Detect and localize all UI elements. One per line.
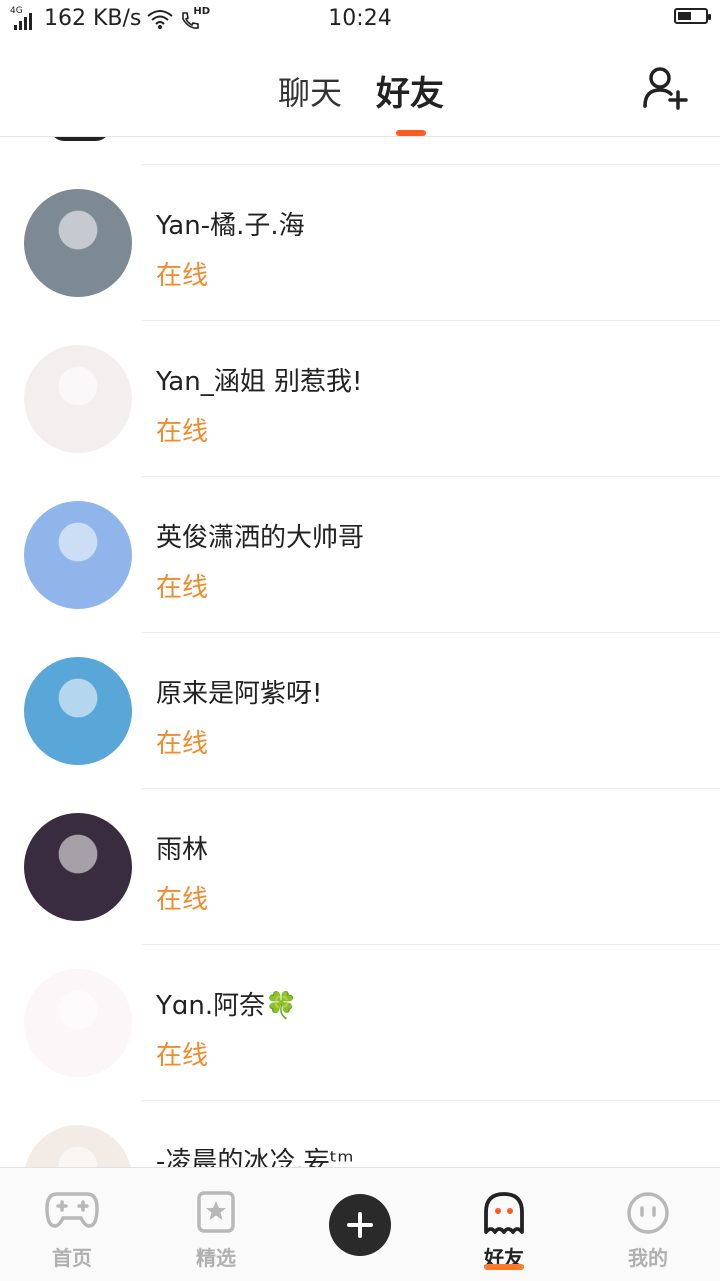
online-status: 在线 (156, 885, 209, 915)
online-status: 在线 (156, 261, 209, 291)
active-nav-indicator (484, 1264, 524, 1270)
face-icon (627, 1192, 669, 1234)
friend-name: 原来是阿紫呀! (156, 679, 323, 709)
friend-list-item[interactable]: -凌晨的冰冷.妄ᵗᵐ (0, 1101, 720, 1167)
nav-me[interactable]: 我的 (576, 1168, 720, 1281)
tab-friends[interactable]: 好友 (376, 66, 444, 115)
friend-name: -凌晨的冰冷.妄ᵗᵐ (156, 1147, 354, 1167)
star-bookmark-icon (197, 1191, 235, 1233)
friend-name: Yan_涵姐 别惹我! (156, 367, 363, 397)
friend-list-item[interactable]: 雨林 在线 (0, 789, 720, 945)
online-status: 在线 (156, 573, 209, 603)
friend-list[interactable]: Yan-橘.子.海 在线 Yan_涵姐 别惹我! 在线 英俊潇洒的大帅哥 在线 原来是阿紫呀… (0, 137, 720, 1167)
avatar[interactable] (24, 189, 132, 297)
online-status: 在线 (156, 417, 209, 447)
nav-featured[interactable]: 精选 (144, 1168, 288, 1281)
avatar[interactable] (24, 501, 132, 609)
avatar[interactable] (24, 813, 132, 921)
nav-create[interactable] (288, 1168, 432, 1281)
plus-icon[interactable] (329, 1194, 391, 1256)
bottom-nav: 首页 精选 好友 我的 (0, 1167, 720, 1281)
friend-list-item[interactable]: Yan-橘.子.海 在线 (0, 165, 720, 321)
status-time: 10:24 (328, 6, 392, 31)
battery-fill (678, 12, 691, 20)
nav-featured-label: 精选 (196, 1246, 236, 1270)
gamepad-icon (45, 1192, 99, 1228)
avatar[interactable] (24, 969, 132, 1077)
battery-icon (674, 8, 711, 24)
friend-list-item[interactable]: 英俊潇洒的大帅哥 在线 (0, 477, 720, 633)
nav-friends[interactable]: 好友 (432, 1168, 576, 1281)
add-user-icon[interactable] (640, 64, 690, 114)
ghost-icon (484, 1192, 524, 1234)
avatar[interactable] (24, 657, 132, 765)
friend-name: 英俊潇洒的大帅哥 (156, 523, 365, 553)
friend-name: Yɑn.阿奈🍀 (156, 991, 298, 1021)
tab-chat[interactable]: 聊天 (278, 68, 342, 114)
friend-list-item[interactable]: 原来是阿紫呀! 在线 (0, 633, 720, 789)
active-tab-indicator (396, 130, 426, 136)
avatar[interactable] (24, 1125, 132, 1167)
friend-name: 雨林 (156, 835, 209, 865)
list-item-partial[interactable] (0, 137, 720, 165)
avatar (50, 137, 110, 141)
online-status: 在线 (156, 1041, 209, 1071)
online-status: 在线 (156, 729, 209, 759)
friend-name: Yan-橘.子.海 (156, 211, 305, 241)
status-bar: 4G 162 KB/s HD 10:24 (0, 0, 720, 40)
top-header: 聊天 好友 (0, 40, 720, 137)
avatar[interactable] (24, 345, 132, 453)
nav-home[interactable]: 首页 (0, 1168, 144, 1281)
nav-home-label: 首页 (52, 1246, 92, 1270)
friend-list-item[interactable]: Yɑn.阿奈🍀 在线 (0, 945, 720, 1101)
friend-list-item[interactable]: Yan_涵姐 别惹我! 在线 (0, 321, 720, 477)
nav-me-label: 我的 (628, 1246, 668, 1270)
